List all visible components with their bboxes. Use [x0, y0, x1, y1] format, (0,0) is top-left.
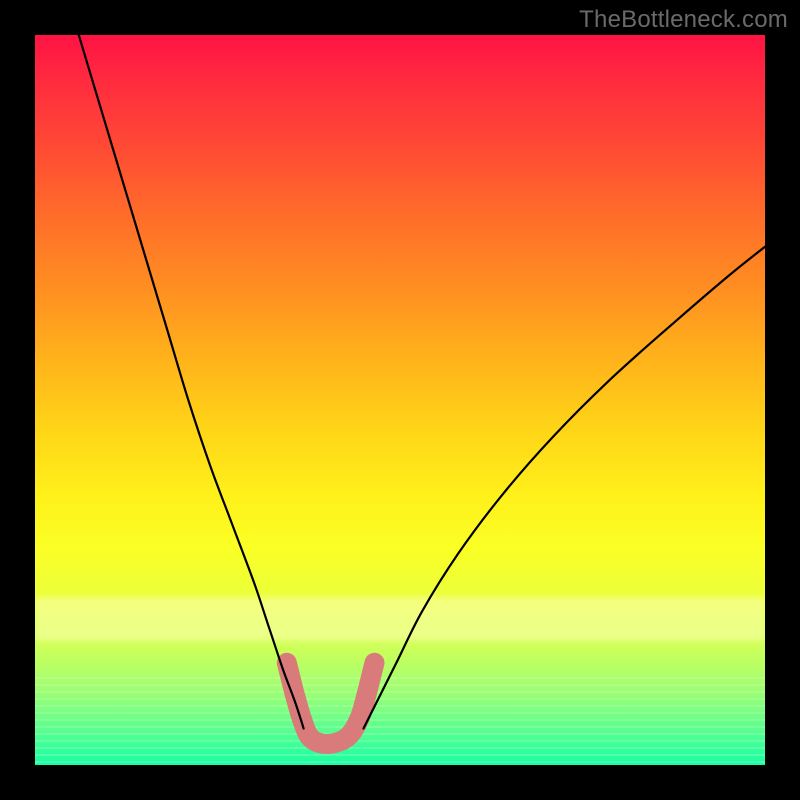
curve-layer — [35, 35, 765, 765]
minimum-indicator-path — [287, 663, 375, 744]
watermark-text: TheBottleneck.com — [579, 6, 788, 34]
right-curve-path — [364, 247, 766, 729]
plot-area — [35, 35, 765, 765]
figure-frame: TheBottleneck.com — [0, 0, 800, 800]
left-curve-path — [79, 35, 304, 729]
